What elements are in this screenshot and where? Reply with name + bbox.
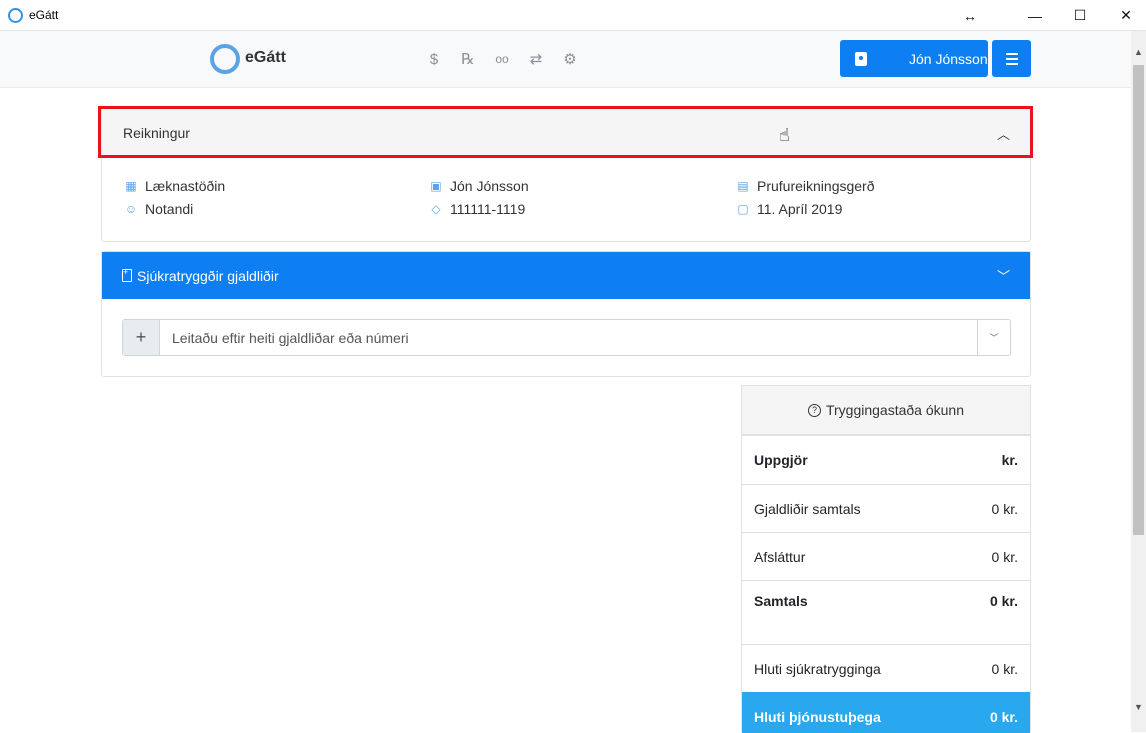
scroll-thumb[interactable] [1133, 65, 1144, 535]
transfer-icon[interactable]: ⇄ [526, 49, 546, 69]
scroll-down-arrow-icon[interactable]: ▼ [1131, 698, 1146, 715]
user-button-label: Jón Jónsson [909, 50, 988, 67]
item-search-input[interactable] [160, 320, 977, 355]
summary-row: Samtals 0 kr. [742, 580, 1030, 644]
window-titlebar: eGátt ↔ — ☐ ✕ [0, 0, 1146, 31]
menu-line [1005, 57, 1018, 60]
egatt-logo-icon[interactable] [210, 44, 240, 74]
id-badge-icon [855, 51, 867, 66]
gears-icon[interactable]: ⚙ [560, 49, 580, 69]
insured-items-card: Sjúkratryggðir gjaldliðir ﹀ + ﹀ [101, 251, 1031, 377]
summary-row: Gjaldliðir samtals 0 kr. [742, 484, 1030, 532]
summary-label: Uppgjör [754, 452, 808, 468]
item-search-group: + ﹀ [122, 319, 1011, 356]
summary-row: Uppgjör kr. [742, 435, 1030, 484]
summary-row: Hluti sjúkratrygginga 0 kr. [742, 644, 1030, 692]
logo-text[interactable]: eGátt [245, 49, 286, 67]
clinic-info: ▦ Læknastöðin [124, 178, 225, 194]
calendar-icon: ▢ [737, 202, 749, 216]
patient-name: Jón Jónsson [450, 178, 529, 194]
invoice-type: Prufureikningsgerð [757, 178, 875, 194]
medical-file-icon [122, 267, 132, 282]
menu-line [1005, 52, 1018, 55]
maximize-button[interactable]: ☐ [1057, 0, 1103, 31]
dollar-icon[interactable]: $ [424, 49, 444, 69]
summary-label: Hluti þjónustuþega [754, 709, 881, 725]
dropdown-chevron-icon[interactable]: ﹀ [977, 320, 1010, 355]
menu-line [1005, 62, 1018, 65]
user-role: Notandi [145, 201, 194, 217]
insured-items-title: Sjúkratryggðir gjaldliðir [137, 267, 279, 284]
tag-icon: ◇ [431, 202, 441, 216]
add-item-button[interactable]: + [123, 320, 160, 355]
kennitala: 111111-1119 [450, 201, 526, 217]
window-title: eGátt [29, 8, 59, 22]
summary-value: kr. [1001, 452, 1018, 468]
resize-icon[interactable]: ↔ [947, 0, 993, 31]
calculator-icon: ▤ [737, 179, 749, 193]
hand-cursor-icon: ☝ [779, 125, 790, 145]
summary-label: Samtals [754, 593, 808, 609]
kennitala-info: ◇ 111111-1119 [429, 201, 525, 217]
invoice-card: Reikningur ︿ ▦ Læknastöðin ☺ Notandi ▣ J… [101, 107, 1031, 242]
summary-panel: ? Tryggingastaða ókunn Uppgjör kr. Gjald… [741, 385, 1031, 733]
invoice-header[interactable]: Reikningur ︿ [102, 108, 1030, 158]
hospital-icon: ▦ [125, 179, 137, 193]
glasses-icon[interactable]: oo [492, 49, 512, 69]
summary-value: 0 kr. [989, 709, 1018, 725]
summary-value: 0 kr. [989, 593, 1018, 609]
vertical-scrollbar[interactable]: ▲ ▼ [1131, 31, 1146, 732]
summary-label: Gjaldliðir samtals [754, 500, 861, 517]
question-circle-icon: ? [807, 403, 821, 417]
close-button[interactable]: ✕ [1103, 0, 1146, 31]
patient-info: ▣ Jón Jónsson [429, 178, 529, 194]
prescription-icon[interactable]: ℞ [458, 49, 478, 69]
date-info: ▢ 11. Apríl 2019 [736, 201, 842, 217]
summary-label: Afsláttur [754, 548, 806, 565]
insurance-status: ? Tryggingastaða ókunn [742, 386, 1030, 435]
app-navbar: eGátt $ ℞ oo ⇄ ⚙ Jón Jónsson [0, 31, 1131, 88]
invoice-title: Reikningur [123, 125, 190, 141]
minimize-button[interactable]: — [1012, 0, 1058, 31]
user-icon: ☺ [124, 202, 138, 216]
user-button[interactable]: Jón Jónsson [840, 40, 988, 77]
user-info: ☺ Notandi [124, 201, 193, 217]
menu-button[interactable] [992, 40, 1031, 77]
summary-row: Afsláttur 0 kr. [742, 532, 1030, 580]
invoice-type-info: ▤ Prufureikningsgerð [736, 178, 875, 194]
scroll-up-arrow-icon[interactable]: ▲ [1131, 43, 1146, 60]
summary-label: Hluti sjúkratrygginga [754, 660, 881, 677]
summary-row-patient-share: Hluti þjónustuþega 0 kr. [742, 692, 1030, 733]
summary-value: 0 kr. [991, 500, 1018, 517]
chevron-down-icon[interactable]: ﹀ [997, 266, 1010, 285]
invoice-date: 11. Apríl 2019 [757, 201, 843, 217]
insured-items-header[interactable]: Sjúkratryggðir gjaldliðir ﹀ [102, 252, 1030, 299]
insurance-status-text: Tryggingastaða ókunn [825, 402, 965, 418]
clinic-name: Læknastöðin [145, 178, 226, 194]
chevron-up-icon[interactable]: ︿ [997, 124, 1010, 143]
id-badge-icon: ▣ [430, 179, 442, 193]
app-logo-icon [8, 7, 23, 23]
summary-value: 0 kr. [991, 548, 1018, 565]
summary-value: 0 kr. [991, 660, 1018, 677]
